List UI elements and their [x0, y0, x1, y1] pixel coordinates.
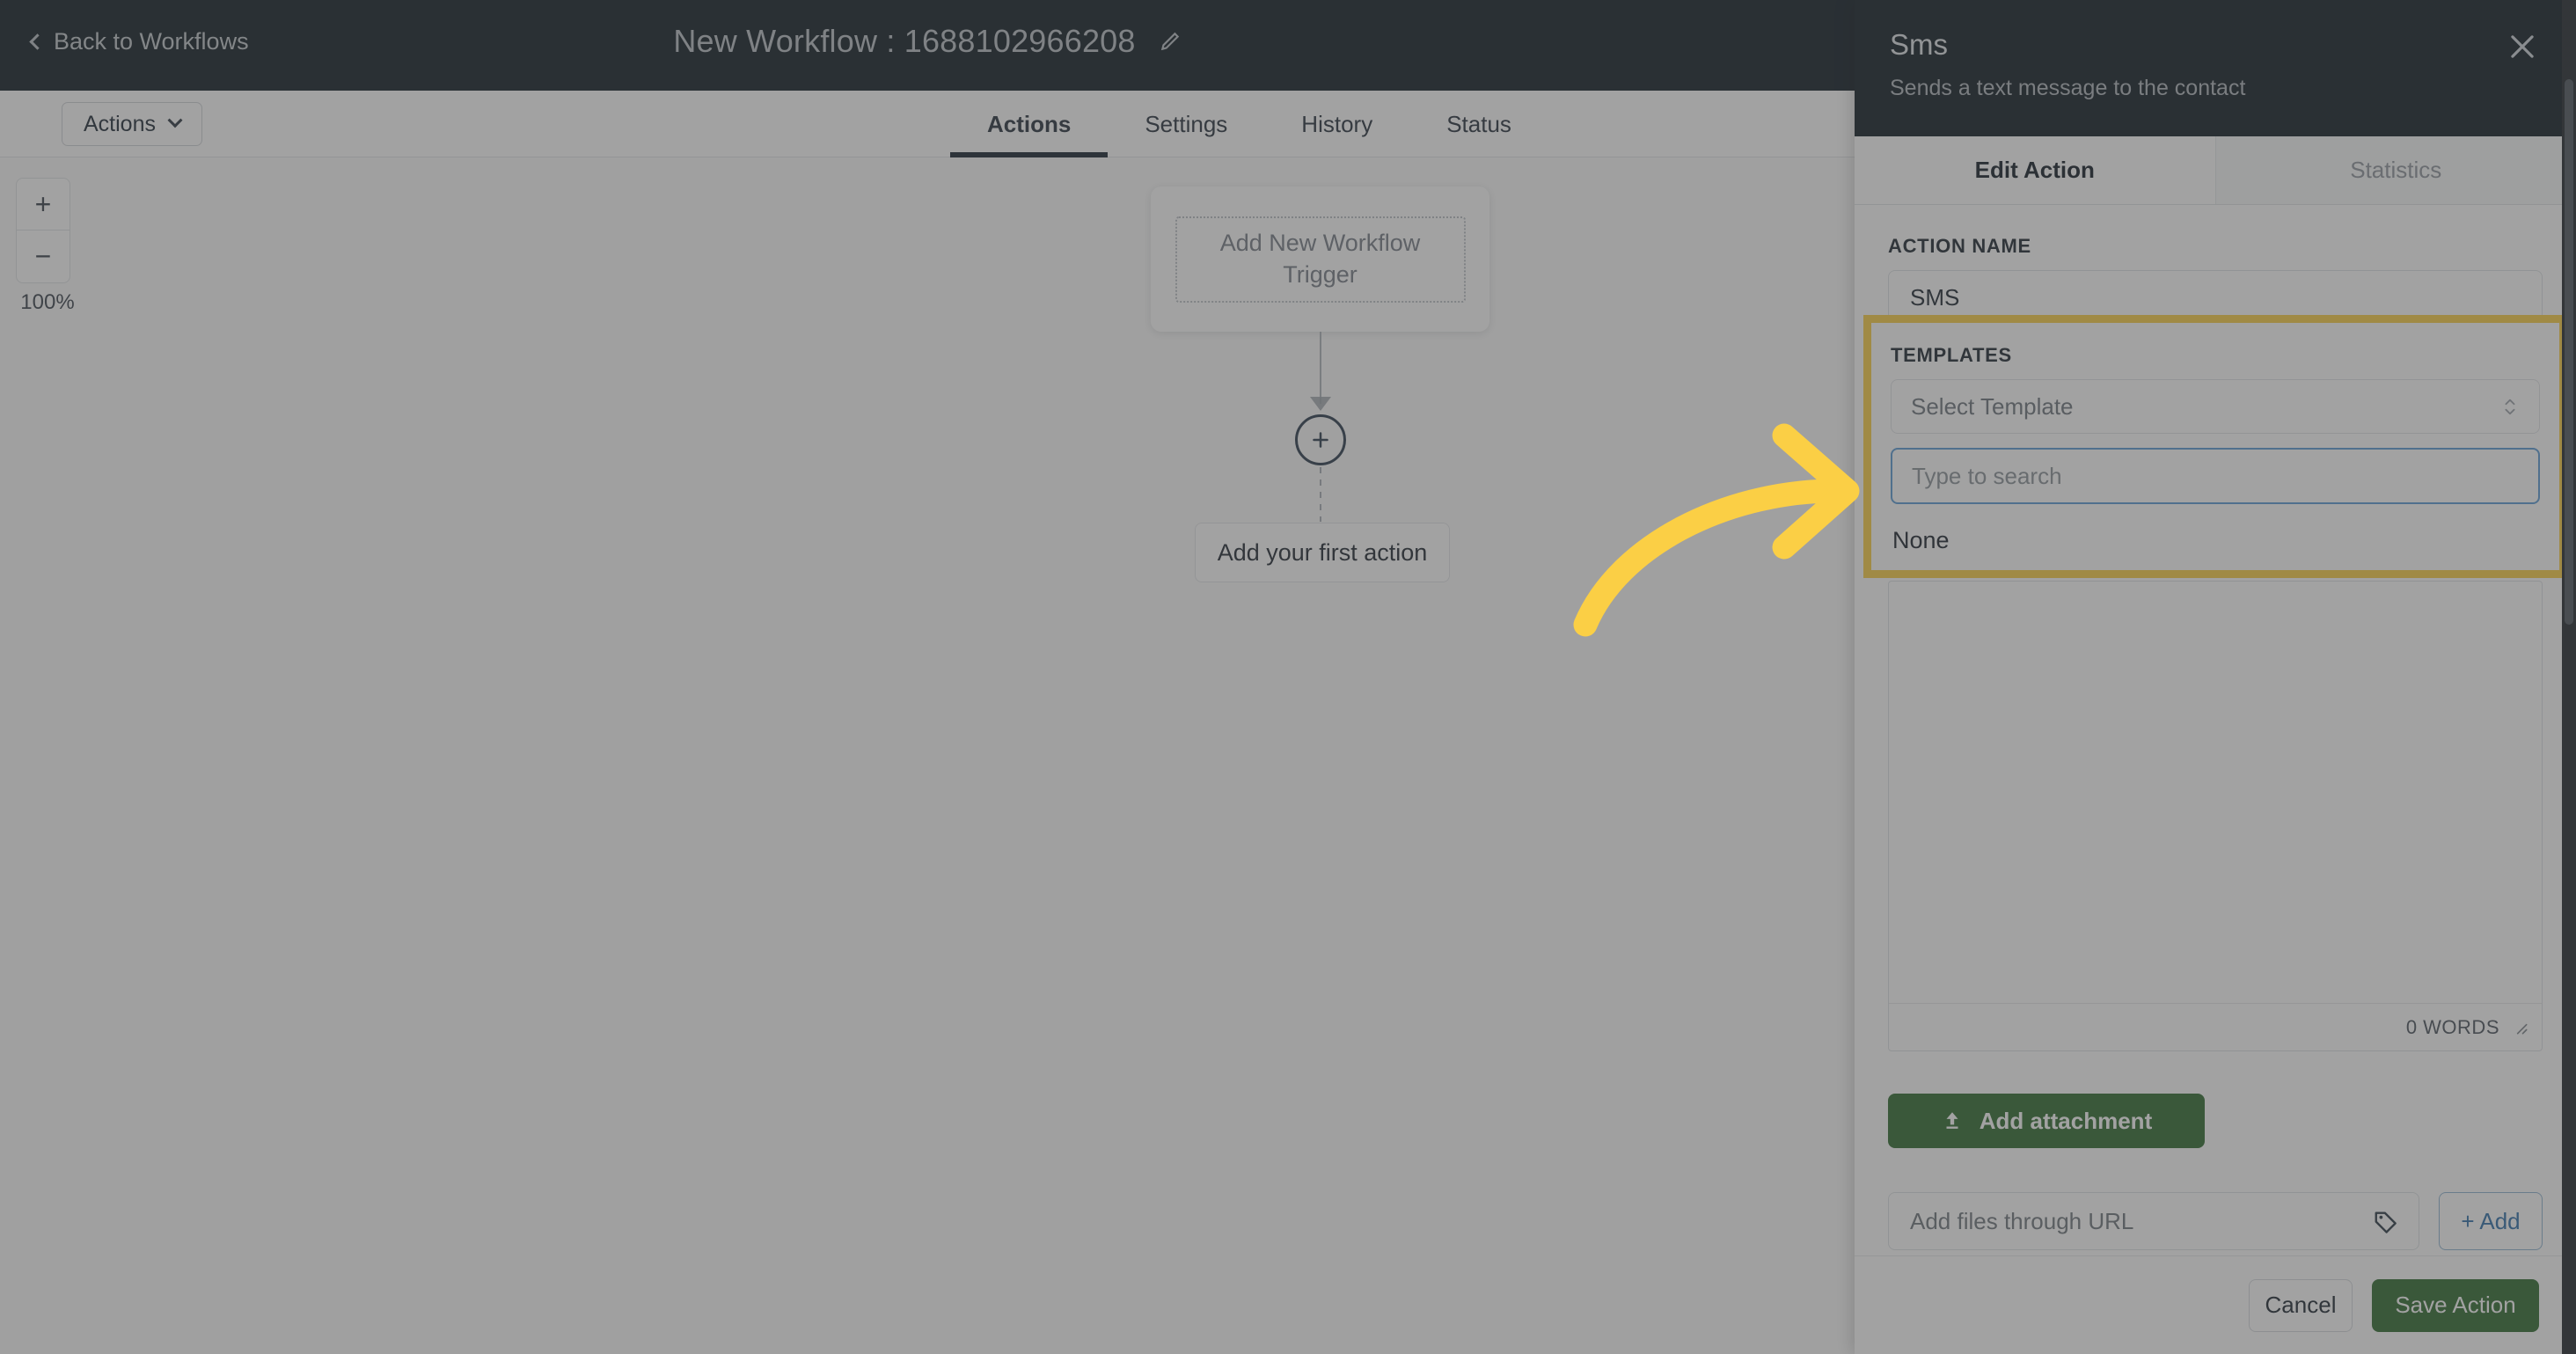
zoom-in-label: +	[34, 187, 52, 220]
add-workflow-trigger-label: Add New Workflow Trigger	[1175, 216, 1466, 303]
file-url-row: + Add	[1888, 1192, 2543, 1250]
panel-header: Sms Sends a text message to the contact	[1855, 0, 2576, 136]
tab-statistics-label: Statistics	[2350, 157, 2442, 183]
action-name-label: ACTION NAME	[1888, 235, 2031, 257]
message-footer: 0 WORDS	[1889, 1003, 2542, 1050]
panel-subtitle: Sends a text message to the contact	[1890, 76, 2246, 100]
panel-body: ACTION NAME	[1855, 205, 2576, 325]
actions-dropdown-button[interactable]: Actions	[62, 102, 202, 146]
template-search-input[interactable]	[1891, 448, 2540, 504]
chevron-up-down-icon	[2505, 399, 2515, 415]
add-url-button[interactable]: + Add	[2439, 1192, 2543, 1250]
select-template-dropdown[interactable]: Select Template	[1891, 379, 2540, 434]
message-textarea[interactable]	[1889, 582, 2542, 1003]
select-template-value: Select Template	[1911, 392, 2074, 420]
add-attachment-label: Add attachment	[1979, 1107, 2153, 1134]
template-option-none[interactable]: None	[1891, 516, 2540, 565]
zoom-out-label: −	[34, 240, 52, 272]
tab-edit-action-label: Edit Action	[1974, 157, 2095, 183]
panel-scrollbar[interactable]	[2562, 0, 2576, 1354]
sub-nav-bar: Actions Actions Settings History Status	[0, 91, 1855, 157]
panel-scrollbar-thumb[interactable]	[2565, 79, 2573, 625]
resize-handle-icon[interactable]	[2512, 1019, 2529, 1036]
plus-circle-icon[interactable]	[1295, 414, 1346, 465]
sms-action-panel: Sms Sends a text message to the contact …	[1855, 0, 2576, 1354]
tag-icon[interactable]	[2373, 1208, 2399, 1234]
tab-status[interactable]: Status	[1409, 91, 1548, 157]
file-url-field[interactable]	[1888, 1192, 2419, 1250]
tab-edit-action[interactable]: Edit Action	[1855, 136, 2215, 204]
workflow-tabs: Actions Settings History Status	[950, 91, 1548, 157]
zoom-controls: + − 100%	[16, 178, 75, 315]
zoom-out-button[interactable]: −	[16, 231, 70, 283]
tab-settings-label: Settings	[1145, 110, 1228, 137]
tab-history[interactable]: History	[1264, 91, 1409, 157]
connector-line-top	[1320, 332, 1321, 404]
file-url-input[interactable]	[1889, 1193, 2419, 1249]
upload-icon	[1946, 1112, 1958, 1129]
page-title: New Workflow : 1688102966208	[673, 23, 1136, 59]
word-count-label: 0 WORDS	[2405, 1015, 2499, 1038]
zoom-in-button[interactable]: +	[16, 178, 70, 231]
workflow-canvas[interactable]: + − 100% Add New Workflow Trigger Add yo…	[0, 157, 1855, 1354]
message-body-field[interactable]: 0 WORDS	[1888, 581, 2543, 1051]
add-attachment-button[interactable]: Add attachment	[1888, 1094, 2205, 1148]
pencil-icon[interactable]	[1159, 30, 1182, 53]
actions-dropdown-label: Actions	[84, 111, 156, 136]
chevron-down-icon	[167, 113, 183, 128]
tab-actions[interactable]: Actions	[950, 91, 1109, 157]
templates-highlight-box: TEMPLATES Select Template None	[1863, 315, 2567, 578]
panel-tabs: Edit Action Statistics	[1855, 136, 2576, 205]
add-workflow-trigger-card[interactable]: Add New Workflow Trigger	[1151, 187, 1489, 332]
tab-settings[interactable]: Settings	[1108, 91, 1264, 157]
workflow-title-group: New Workflow : 1688102966208	[0, 23, 1855, 60]
tab-statistics[interactable]: Statistics	[2214, 136, 2576, 204]
panel-footer: Cancel Save Action	[1855, 1255, 2576, 1354]
tab-history-label: History	[1301, 110, 1373, 137]
connector-arrowhead-icon	[1310, 397, 1331, 411]
templates-section: TEMPLATES Select Template None	[1871, 323, 2559, 570]
cancel-button[interactable]: Cancel	[2249, 1278, 2353, 1332]
save-action-button[interactable]: Save Action	[2372, 1278, 2539, 1332]
add-first-action-label: Add your first action	[1217, 538, 1428, 566]
zoom-level-value: 100%	[20, 290, 75, 314]
tab-status-label: Status	[1446, 110, 1511, 137]
add-first-action-button[interactable]: Add your first action	[1195, 523, 1450, 582]
tab-actions-label: Actions	[987, 110, 1072, 137]
templates-label: TEMPLATES	[1891, 344, 2012, 366]
connector-line-bottom	[1320, 467, 1321, 522]
panel-title: Sms	[1890, 28, 1948, 61]
close-icon[interactable]	[2506, 30, 2539, 63]
